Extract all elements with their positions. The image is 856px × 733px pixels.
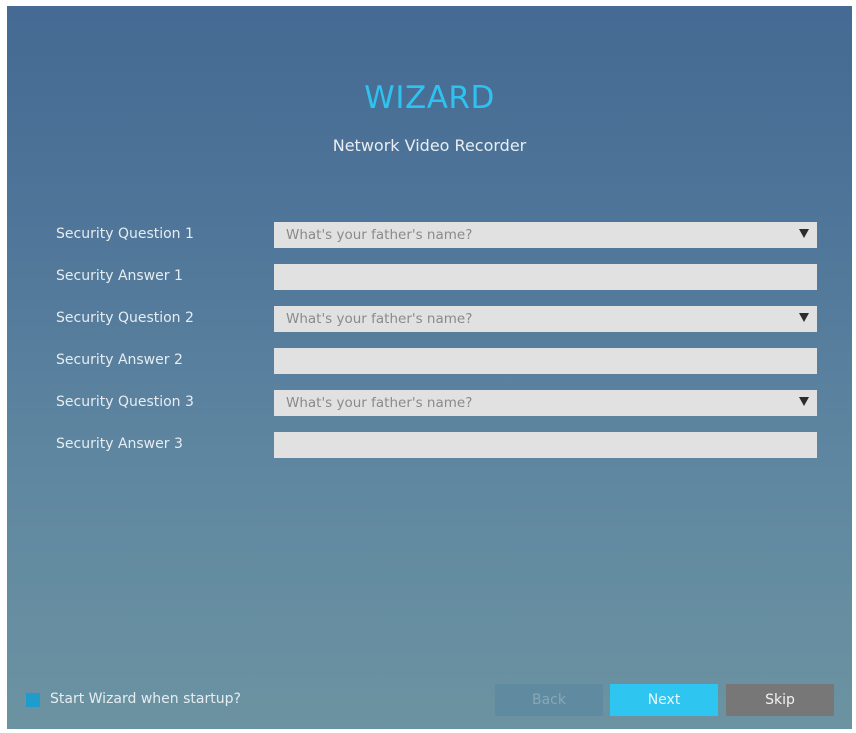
security-question-3-row: Security Question 3 What's your father's… (7, 390, 852, 416)
security-answer-1-row: Security Answer 1 (7, 264, 852, 290)
security-question-1-value: What's your father's name? (286, 227, 473, 243)
security-question-2-row: Security Question 2 What's your father's… (7, 306, 852, 332)
chevron-down-icon (799, 229, 809, 238)
security-answer-1-field[interactable] (274, 264, 817, 290)
security-answer-3-row: Security Answer 3 (7, 432, 852, 458)
chevron-down-icon (799, 397, 809, 406)
security-question-3-label: Security Question 3 (56, 394, 194, 410)
skip-button[interactable]: Skip (726, 684, 834, 716)
chevron-down-icon (799, 313, 809, 322)
security-question-2-label: Security Question 2 (56, 310, 194, 326)
startup-checkbox[interactable] (26, 693, 40, 707)
security-question-1-row: Security Question 1 What's your father's… (7, 222, 852, 248)
security-answer-2-label: Security Answer 2 (56, 352, 183, 368)
security-question-3-value: What's your father's name? (286, 395, 473, 411)
security-question-3-select[interactable]: What's your father's name? (274, 390, 817, 416)
security-question-2-value: What's your father's name? (286, 311, 473, 327)
back-button[interactable]: Back (495, 684, 603, 716)
page-title: WIZARD (364, 80, 495, 116)
security-question-1-label: Security Question 1 (56, 226, 194, 242)
security-answer-2-row: Security Answer 2 (7, 348, 852, 374)
page-subtitle: Network Video Recorder (332, 136, 527, 155)
security-answer-2-field[interactable] (274, 348, 817, 374)
next-button[interactable]: Next (610, 684, 718, 716)
security-question-2-select[interactable]: What's your father's name? (274, 306, 817, 332)
wizard-window: WIZARD Network Video Recorder Security Q… (7, 6, 852, 729)
security-answer-3-label: Security Answer 3 (56, 436, 183, 452)
startup-checkbox-label: Start Wizard when startup? (50, 691, 241, 707)
security-question-1-select[interactable]: What's your father's name? (274, 222, 817, 248)
security-answer-3-field[interactable] (274, 432, 817, 458)
security-answer-1-label: Security Answer 1 (56, 268, 183, 284)
